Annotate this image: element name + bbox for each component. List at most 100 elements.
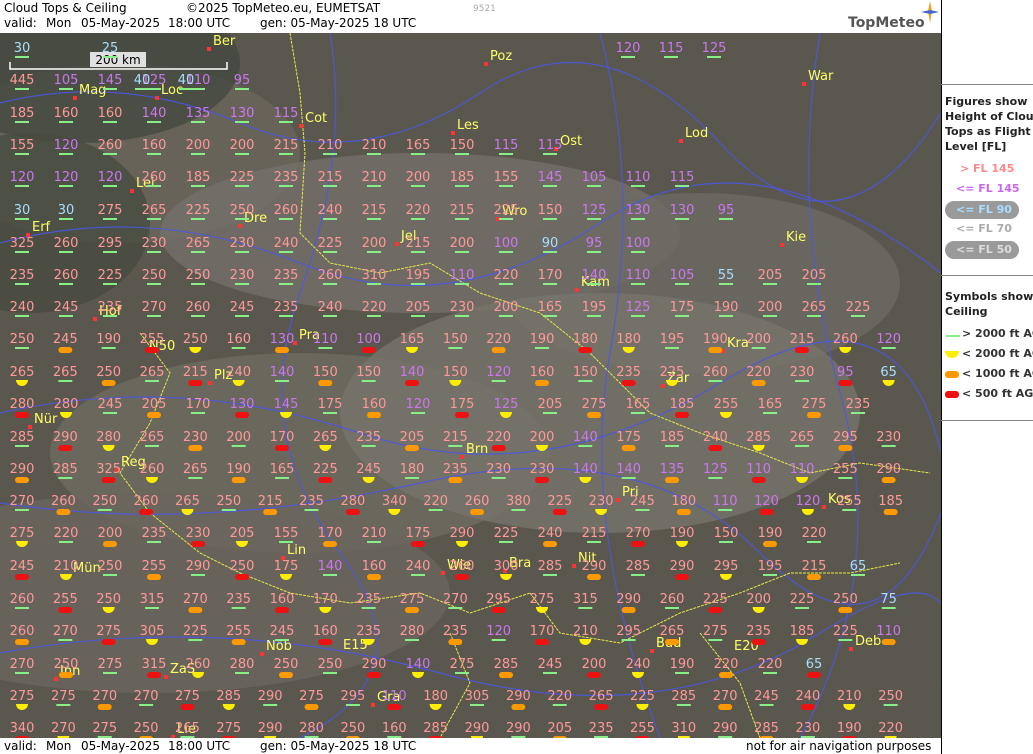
cloud-top-value: 270 (626, 526, 651, 541)
cloud-top-value: 200 (758, 300, 783, 315)
ceiling-marker (807, 315, 821, 317)
cloud-top-value: 225 (230, 170, 255, 185)
cloud-top-value: 275 (802, 397, 827, 412)
cloud-top-value: 275 (51, 689, 76, 704)
cloud-top-value: 115 (494, 138, 519, 153)
ceiling-marker (191, 541, 205, 547)
ceiling-marker (491, 347, 506, 353)
ceiling-marker (795, 380, 809, 382)
cloud-top-value: 140 (573, 462, 598, 477)
ceiling-marker (676, 509, 691, 515)
cloud-top-value: 325 (96, 462, 121, 477)
valid-day: Mon (46, 16, 72, 30)
cloud-top-value: 65 (806, 657, 823, 672)
cloud-top-value: 260 (186, 657, 211, 672)
cloud-top-value: 120 (10, 170, 35, 185)
ceiling-marker (103, 283, 117, 285)
ceiling-marker (807, 283, 821, 285)
ceiling-marker (587, 412, 601, 418)
cloud-top-value: 65 (850, 559, 867, 574)
ceiling-marker (103, 574, 117, 576)
cloud-top-value: 265 (175, 494, 200, 509)
cloud-top-value: 145 (98, 73, 123, 88)
cloud-top-value: 190 (703, 332, 728, 347)
legend-divider (941, 420, 1033, 421)
ceiling-marker (838, 607, 853, 613)
ceiling-marker (235, 88, 249, 90)
cloud-top-value: 150 (573, 365, 598, 380)
cloud-top-value: 160 (98, 106, 123, 121)
cloud-top-value: 265 (140, 430, 165, 445)
ceiling-marker (147, 121, 161, 123)
city-marker (616, 498, 620, 502)
ceiling-marker (763, 412, 777, 414)
cloud-top-value: 215 (802, 559, 827, 574)
ceiling-marker (708, 639, 723, 641)
cloud-top-value: 125 (582, 203, 607, 218)
cloud-top-value: 140 (142, 106, 167, 121)
ceiling-marker (587, 315, 601, 317)
cloud-top-value: 260 (134, 494, 159, 509)
cloud-top-value: 140 (270, 365, 295, 380)
cloud-top-value: 220 (714, 657, 739, 672)
cloud-top-value: 285 (494, 657, 519, 672)
ceiling-marker (448, 607, 463, 609)
cloud-top-value: 245 (10, 559, 35, 574)
ceiling-marker (621, 477, 636, 479)
cloud-top-value: 225 (183, 624, 208, 639)
cloud-top-value: 200 (98, 526, 123, 541)
cloud-top-value: 215 (183, 365, 208, 380)
ceiling-marker (323, 185, 337, 187)
valid-date: 05-May-2025 (81, 16, 161, 30)
ceiling-marker (58, 607, 73, 613)
ceiling-marker (543, 251, 557, 253)
cloud-top-value: 285 (626, 559, 651, 574)
ceiling-marker (552, 704, 567, 706)
ceiling-marker (631, 185, 645, 187)
ceiling-marker (587, 574, 601, 580)
cloud-top-value: 195 (406, 268, 431, 283)
ceiling-marker (279, 672, 293, 678)
ceiling-marker (387, 704, 402, 710)
cloud-top-value: 120 (616, 41, 641, 56)
cloud-top-value: 280 (96, 430, 121, 445)
cloud-top-value: 225 (790, 592, 815, 607)
cloud-top-value: 30 (58, 203, 75, 218)
ceiling-marker (491, 380, 506, 382)
city-marker (460, 455, 464, 459)
cloud-top-value: 110 (450, 268, 475, 283)
cloud-top-value: 180 (400, 462, 425, 477)
cloud-top-value: 230 (230, 268, 255, 283)
cloud-top-value: 290 (713, 721, 738, 736)
city-label: Nöb (266, 639, 292, 654)
map-area[interactable]: 200 km Ber Poz War Mag Loc Cot Les Ost Lod Lei Erf D… (0, 33, 941, 738)
ceiling-marker (448, 639, 463, 645)
cloud-top-value: 225 (494, 203, 519, 218)
city-marker (28, 425, 32, 429)
legend-fl-90: <= FL 90 (942, 201, 1033, 219)
cloud-top-value: 325 (10, 236, 35, 251)
ceiling-marker (145, 607, 159, 609)
cloud-top-value: 290 (258, 689, 283, 704)
ceiling-marker (191, 315, 205, 317)
city-label: Kie (786, 230, 806, 245)
ceiling-marker (103, 315, 117, 317)
cloud-top-value: 55 (718, 268, 735, 283)
cloud-top-value: 165 (406, 138, 431, 153)
cloud-top-value: 305 (140, 624, 165, 639)
city-marker (164, 675, 168, 679)
cloud-top-value: 120 (406, 397, 431, 412)
cloud-top-value: 140 (400, 365, 425, 380)
ceiling-marker (499, 283, 513, 285)
cloud-top-value: 240 (703, 430, 728, 445)
ceiling-marker (231, 607, 246, 609)
ceiling-marker (621, 445, 636, 451)
ceiling-marker (235, 412, 249, 418)
cloud-top-value: 270 (53, 624, 78, 639)
ceiling-marker (675, 574, 689, 580)
ceiling-marker (235, 315, 249, 317)
ceiling-marker (103, 185, 117, 187)
ceiling-marker (15, 574, 29, 580)
ceiling-marker (235, 185, 249, 187)
ceiling-marker (675, 283, 689, 285)
